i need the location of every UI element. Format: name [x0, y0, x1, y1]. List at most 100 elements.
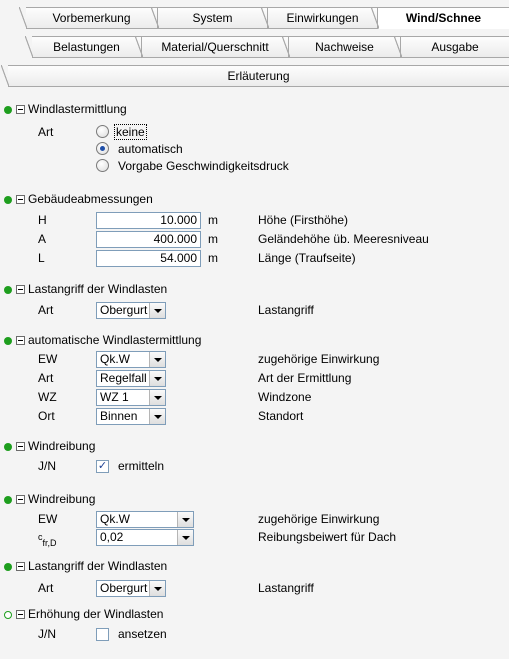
- section-title: Windreibung: [28, 492, 96, 506]
- standort-select[interactable]: Binnen: [96, 408, 166, 425]
- lastangriff-select[interactable]: Obergurt: [96, 302, 166, 319]
- tab-row-sub: Belastungen Material/Querschnitt Nachwei…: [0, 36, 509, 59]
- field-label: J/N: [38, 459, 56, 473]
- tab-material-querschnitt[interactable]: Material/Querschnitt: [135, 36, 289, 58]
- section-title: automatische Windlastermittlung: [28, 333, 202, 347]
- field-label: EW: [38, 512, 58, 526]
- height-input[interactable]: 10.000: [96, 212, 201, 229]
- reibungsbeiwert-select[interactable]: 0,02: [96, 529, 194, 546]
- chevron-down-icon[interactable]: [149, 581, 165, 596]
- tab-label: System: [192, 11, 233, 25]
- tab-system[interactable]: System: [151, 7, 268, 29]
- tab-row-main: Vorbemerkung System Einwirkungen Wind/Sc…: [0, 7, 509, 30]
- tab-label: Ausgabe: [431, 40, 479, 54]
- chevron-down-icon[interactable]: [149, 303, 165, 318]
- tab-label: Einwirkungen: [286, 11, 359, 25]
- field-description: Windzone: [258, 390, 312, 404]
- radio-label-keine[interactable]: keine: [114, 124, 147, 141]
- einwirkung-select[interactable]: Qk.W: [96, 351, 166, 368]
- section-title: Windlastermittlung: [28, 102, 127, 116]
- field-label: A: [38, 232, 47, 246]
- tab-label: Material/Querschnitt: [161, 40, 269, 54]
- select-value: Qk.W: [100, 512, 130, 526]
- select-value: Binnen: [100, 409, 138, 423]
- status-dot-icon: [4, 496, 12, 504]
- chevron-down-icon[interactable]: [177, 530, 193, 545]
- collapse-icon[interactable]: [16, 495, 25, 504]
- chevron-down-icon[interactable]: [149, 390, 165, 405]
- section-title: Lastangriff der Windlasten: [28, 559, 168, 573]
- tab-label: Wind/Schnee: [405, 11, 482, 25]
- select-value: WZ 1: [100, 390, 129, 404]
- field-label: Art: [38, 581, 54, 595]
- select-value: Obergurt: [100, 303, 148, 317]
- field-description: Lastangriff: [258, 581, 314, 595]
- tab-belastungen[interactable]: Belastungen: [25, 36, 142, 58]
- field-description: Lastangriff: [258, 303, 314, 317]
- radio-vorgabe[interactable]: [96, 159, 109, 172]
- tab-label: Belastungen: [53, 40, 120, 54]
- tab-row-info: Erläuterung: [0, 65, 509, 88]
- field-label: Art: [38, 371, 54, 385]
- unit-label: m: [208, 213, 218, 227]
- wind-schnee-panel: Vorbemerkung System Einwirkungen Wind/Sc…: [0, 0, 509, 659]
- collapse-icon[interactable]: [16, 105, 25, 114]
- field-label: Art: [38, 303, 54, 317]
- tab-label: Erläuterung: [227, 69, 290, 83]
- select-value: 0,02: [100, 530, 124, 544]
- collapse-icon[interactable]: [16, 285, 25, 294]
- select-value: Obergurt: [100, 581, 148, 595]
- select-value: Qk.W: [100, 352, 130, 366]
- field-label: Art: [38, 125, 54, 139]
- tab-vorbemerkung[interactable]: Vorbemerkung: [19, 7, 158, 29]
- field-description: Reibungsbeiwert für Dach: [258, 530, 397, 544]
- altitude-input[interactable]: 400.000: [96, 231, 201, 248]
- field-label: H: [38, 213, 47, 227]
- collapse-icon[interactable]: [16, 562, 25, 571]
- collapse-icon[interactable]: [16, 195, 25, 204]
- lastangriff-select-2[interactable]: Obergurt: [96, 580, 166, 597]
- section-title: Lastangriff der Windlasten: [28, 282, 168, 296]
- checkbox-ansetzen[interactable]: [96, 628, 109, 641]
- collapse-icon[interactable]: [16, 442, 25, 451]
- field-label: WZ: [38, 390, 57, 404]
- radio-label-vorgabe[interactable]: Vorgabe Geschwindigkeitsdruck: [118, 158, 289, 175]
- radio-label-automatisch[interactable]: automatisch: [118, 141, 183, 158]
- field-description: zugehörige Einwirkung: [258, 352, 380, 366]
- windzone-select[interactable]: WZ 1: [96, 389, 166, 406]
- chevron-down-icon[interactable]: [149, 352, 165, 367]
- collapse-icon[interactable]: [16, 610, 25, 619]
- field-label: EW: [38, 352, 58, 366]
- status-dot-empty-icon: [4, 611, 12, 619]
- field-description: Höhe (Firsthöhe): [258, 213, 349, 227]
- unit-label: m: [208, 251, 218, 265]
- radio-keine[interactable]: [96, 125, 109, 138]
- reibung-einwirkung-select[interactable]: Qk.W: [96, 511, 194, 528]
- chevron-down-icon[interactable]: [149, 409, 165, 424]
- tab-wind-schnee[interactable]: Wind/Schnee: [371, 7, 509, 29]
- length-input[interactable]: 54.000: [96, 250, 201, 267]
- field-description: Art der Ermittlung: [258, 371, 352, 385]
- chevron-down-icon[interactable]: [177, 512, 193, 527]
- ermittlung-select[interactable]: Regelfall: [96, 370, 166, 387]
- tab-einwirkungen[interactable]: Einwirkungen: [261, 7, 378, 29]
- radio-automatisch[interactable]: [96, 142, 109, 155]
- field-description: zugehörige Einwirkung: [258, 512, 380, 526]
- tab-ausgabe[interactable]: Ausgabe: [394, 36, 509, 58]
- chevron-down-icon[interactable]: [149, 371, 165, 386]
- section-title: Windreibung: [28, 439, 96, 453]
- checkbox-label[interactable]: ansetzen: [118, 626, 167, 643]
- field-label: J/N: [38, 627, 56, 641]
- checkbox-label[interactable]: ermitteln: [118, 458, 164, 475]
- tab-erlaeuterung[interactable]: Erläuterung: [1, 65, 509, 87]
- status-dot-icon: [4, 106, 12, 114]
- tab-label: Nachweise: [315, 40, 374, 54]
- status-dot-icon: [4, 286, 12, 294]
- collapse-icon[interactable]: [16, 336, 25, 345]
- status-dot-icon: [4, 196, 12, 204]
- field-label-cfrd: cfr,D: [38, 532, 57, 548]
- checkbox-ermitteln[interactable]: ✓: [96, 460, 109, 473]
- status-dot-icon: [4, 337, 12, 345]
- tab-nachweise[interactable]: Nachweise: [282, 36, 401, 58]
- field-description: Standort: [258, 409, 304, 423]
